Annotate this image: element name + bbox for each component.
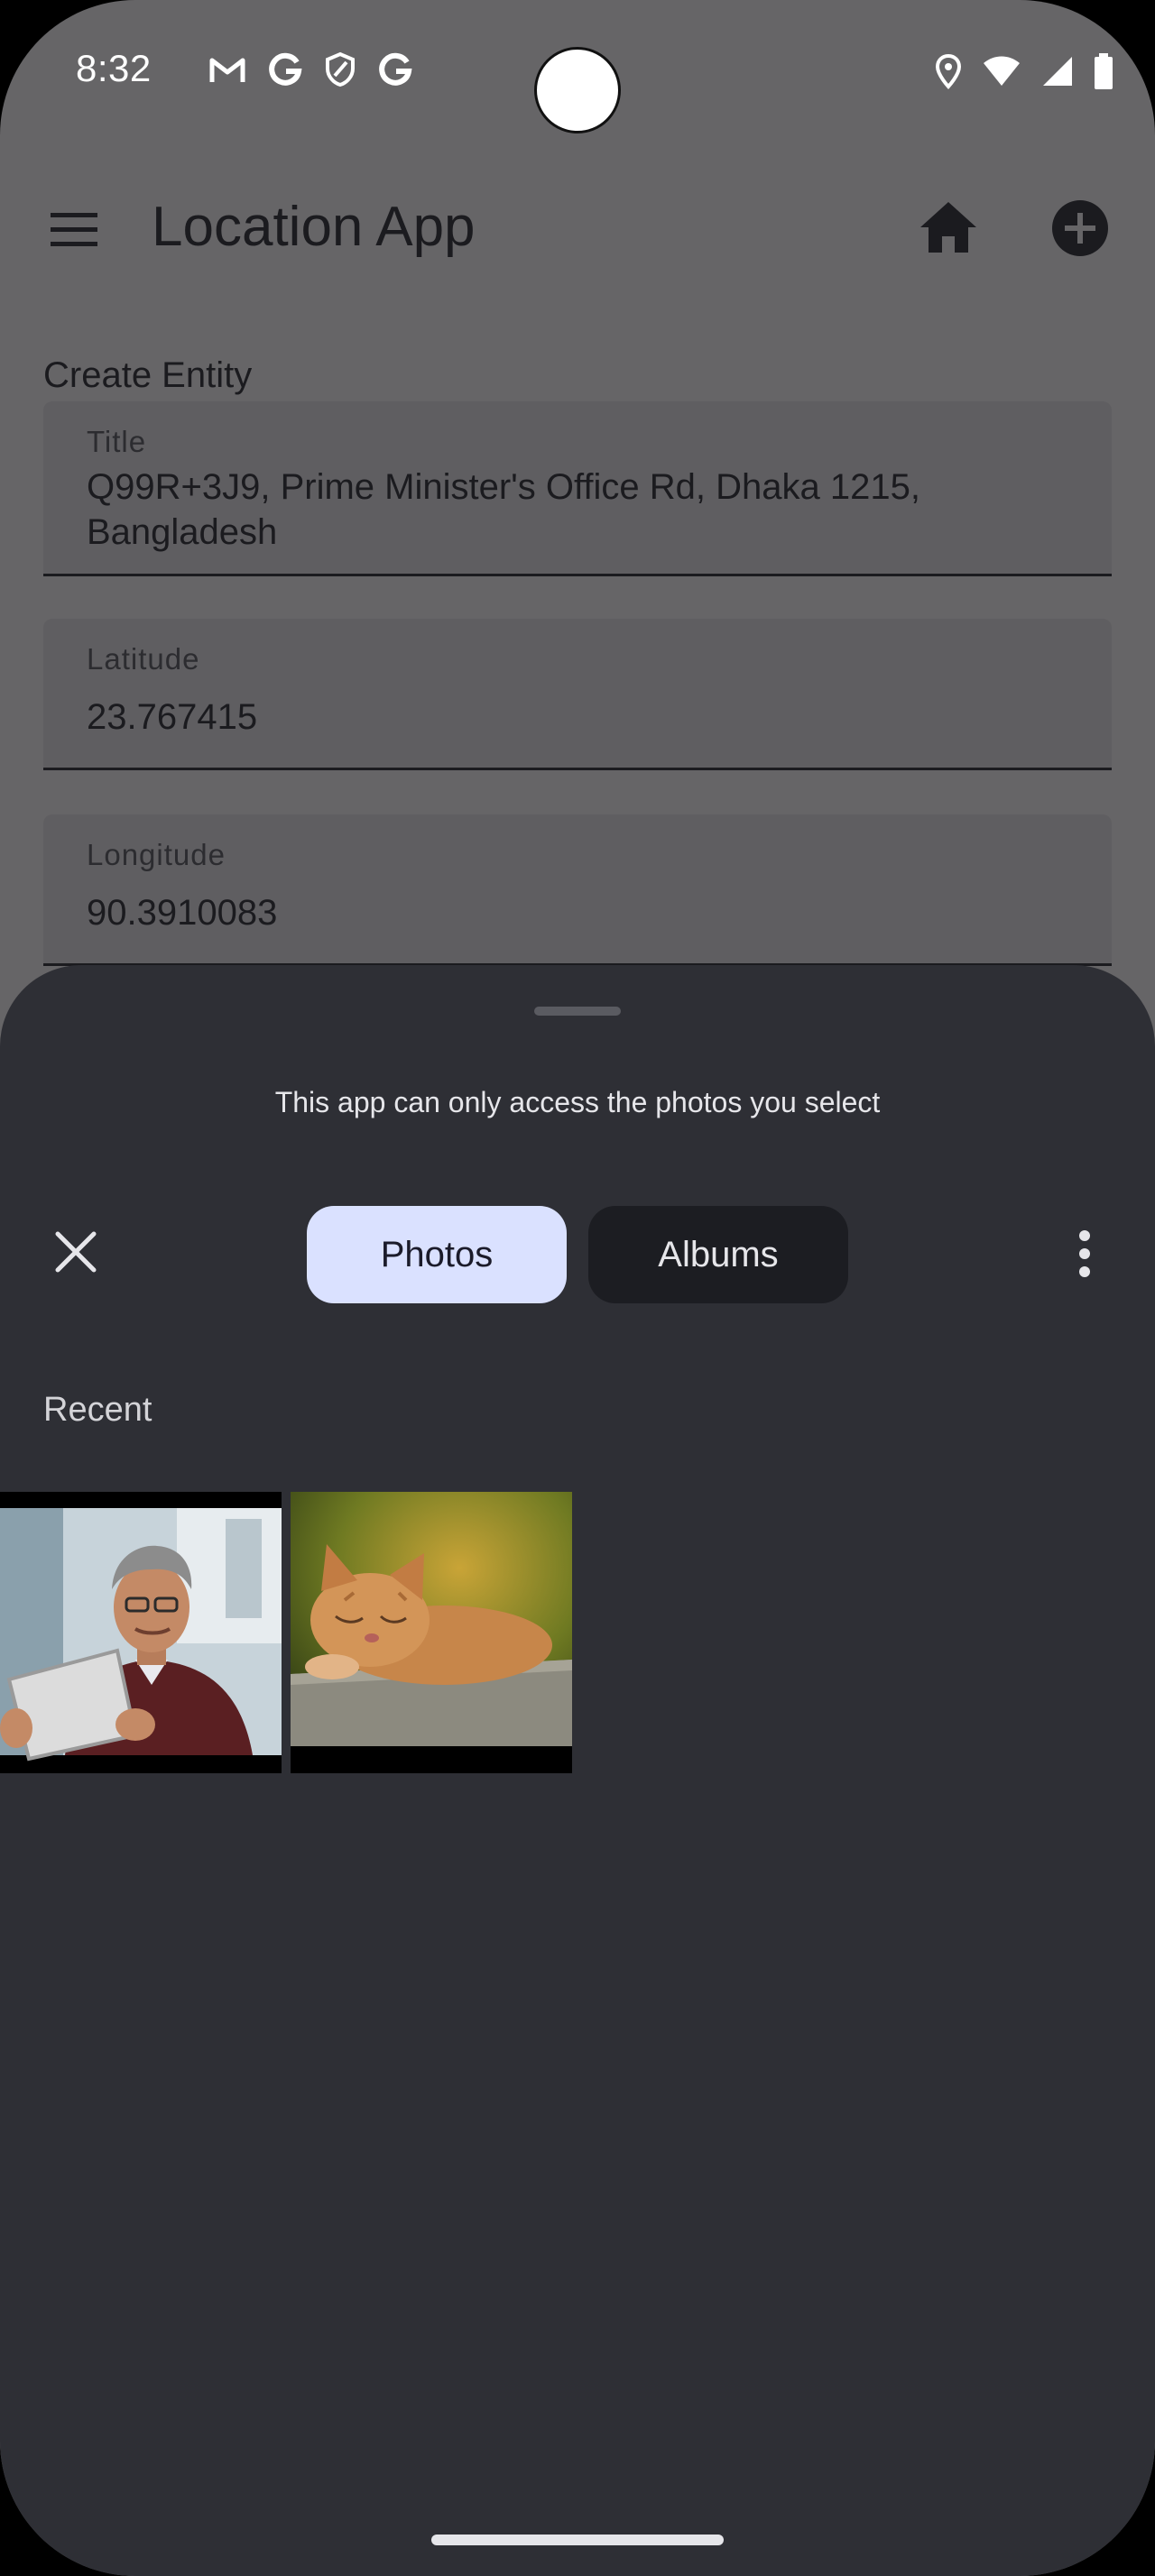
title-field[interactable]: Title Q99R+3J9, Prime Minister's Office …	[43, 401, 1112, 576]
app-title: Location App	[152, 196, 476, 258]
wifi-icon	[984, 56, 1020, 86]
longitude-field-value: 90.3910083	[87, 893, 278, 933]
picker-message: This app can only access the photos you …	[274, 1086, 881, 1118]
battery-icon	[1095, 53, 1113, 89]
sleeping-cat-photo	[291, 1492, 572, 1773]
signal-icon	[1043, 57, 1072, 86]
home-indicator[interactable]	[431, 2535, 724, 2545]
add-circle-icon[interactable]	[1050, 198, 1110, 258]
recent-section-label: Recent	[43, 1391, 152, 1429]
tab-photos[interactable]: Photos	[307, 1206, 567, 1303]
latitude-field-label: Latitude	[87, 642, 200, 676]
tab-albums[interactable]: Albums	[588, 1206, 848, 1303]
shield-icon	[326, 51, 355, 87]
photo-thumbnail-man-with-tablet[interactable]	[0, 1492, 282, 1773]
photo-picker-sheet: This app can only access the photos you …	[0, 965, 1155, 2576]
location-icon	[935, 53, 962, 89]
google-icon	[379, 52, 412, 86]
status-time: 8:32	[76, 47, 152, 89]
system-icons	[935, 49, 1113, 94]
latitude-field[interactable]: Latitude 23.767415	[43, 619, 1112, 770]
phone-screen: 8:32 Location App Create Entity Title Q9…	[0, 0, 1155, 2576]
notification-icons	[209, 47, 413, 92]
latitude-field-value: 23.767415	[87, 697, 258, 737]
close-icon[interactable]	[52, 1228, 99, 1275]
status-bar: 8:32	[0, 0, 1155, 144]
section-title: Create Entity	[43, 355, 253, 395]
title-field-label: Title	[87, 425, 147, 458]
longitude-field-label: Longitude	[87, 838, 226, 871]
man-with-tablet-photo	[0, 1492, 282, 1773]
drag-handle[interactable]	[534, 1007, 621, 1016]
home-icon[interactable]	[917, 197, 980, 260]
camera-cutout	[534, 47, 621, 133]
google-icon	[269, 52, 302, 86]
menu-icon[interactable]	[47, 202, 101, 256]
app-bar: Location App	[0, 171, 1155, 289]
more-options-icon[interactable]	[1068, 1228, 1101, 1279]
gmail-icon	[209, 58, 245, 82]
longitude-field[interactable]: Longitude 90.3910083	[43, 814, 1112, 966]
title-field-value: Q99R+3J9, Prime Minister's Office Rd, Dh…	[87, 467, 920, 552]
photo-thumbnail-sleeping-cat[interactable]	[291, 1492, 572, 1773]
